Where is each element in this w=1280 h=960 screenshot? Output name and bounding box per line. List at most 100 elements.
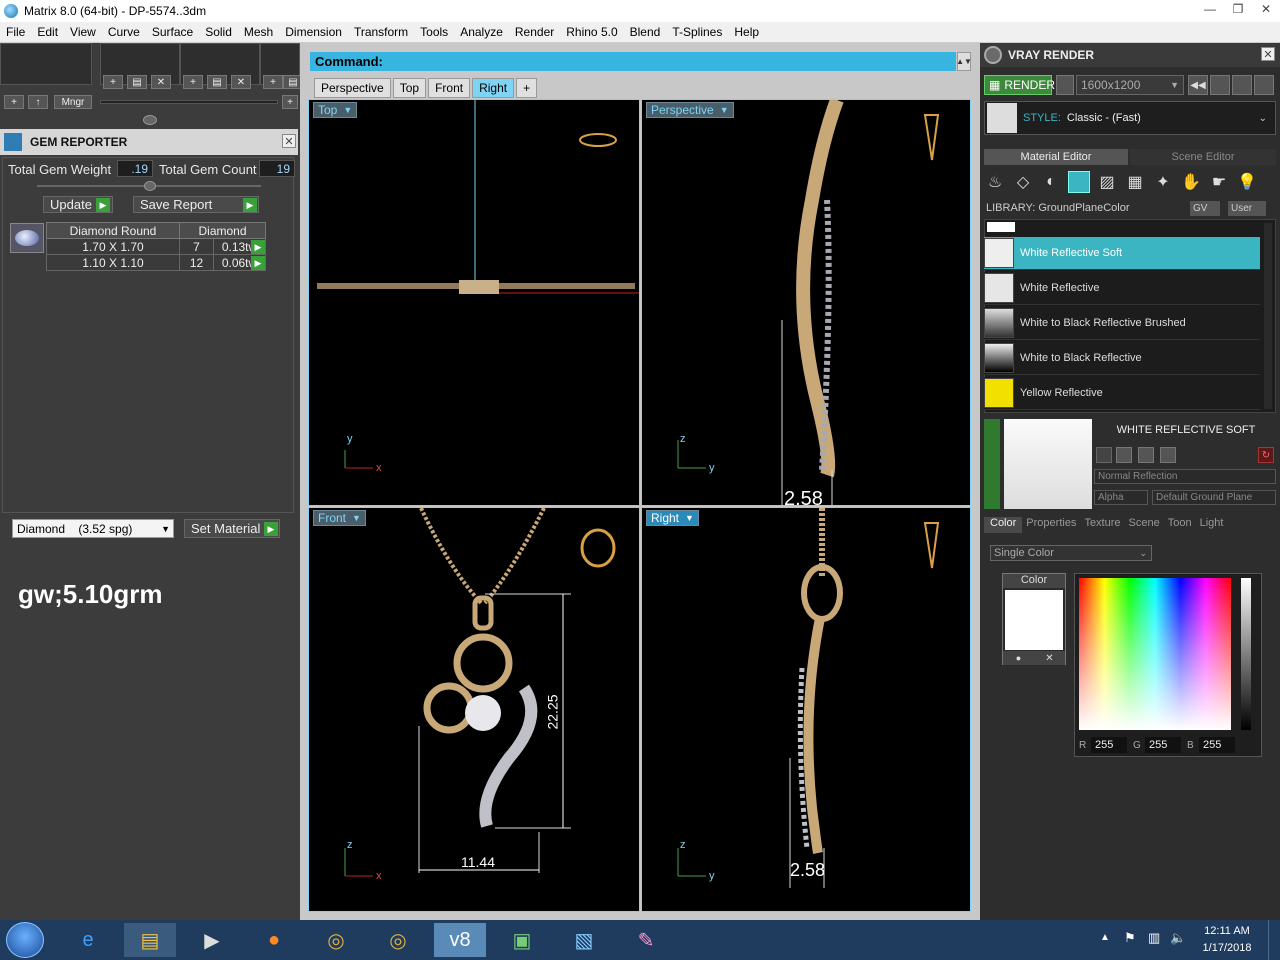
refresh-icon[interactable]: ↻ [1258, 447, 1274, 463]
plus-icon[interactable]: + [4, 95, 24, 109]
manager-button[interactable]: Mngr [54, 95, 92, 109]
material-item[interactable]: White Reflective Soft [984, 237, 1260, 270]
menu-transform[interactable]: Transform [348, 25, 414, 39]
volume-icon[interactable]: 🔈 [1170, 930, 1186, 946]
layout-icon[interactable] [1210, 75, 1230, 95]
tab-scene[interactable]: Scene [1125, 517, 1164, 533]
tab-light[interactable]: Light [1196, 517, 1228, 533]
menu-rhino[interactable]: Rhino 5.0 [560, 25, 623, 39]
hue-saturation-field[interactable] [1079, 578, 1231, 730]
style-select[interactable]: STYLE: Classic - (Fast) ⌄ [984, 101, 1276, 135]
gv-toggle[interactable]: GV [1190, 201, 1220, 216]
firefox-icon[interactable]: ● [248, 923, 300, 957]
tab-material-editor[interactable]: Material Editor [984, 149, 1128, 165]
menu-surface[interactable]: Surface [146, 25, 199, 39]
minimize-icon[interactable]: — [1196, 0, 1224, 18]
menu-tsplines[interactable]: T-Splines [666, 25, 728, 39]
viewport-right[interactable]: Right ▼ z y 2.58 [641, 507, 971, 912]
flame-icon[interactable]: ♨ [984, 171, 1006, 193]
import-icon[interactable] [1160, 447, 1176, 463]
user-toggle[interactable]: User [1228, 201, 1266, 216]
ring-app-icon[interactable]: ◎ [372, 923, 424, 957]
menu-help[interactable]: Help [728, 25, 765, 39]
gem-icon[interactable]: ◇ [1012, 171, 1034, 193]
menu-render[interactable]: Render [509, 25, 560, 39]
ring-app-icon[interactable]: ◎ [310, 923, 362, 957]
clear-icon[interactable]: ✕ [1034, 651, 1065, 665]
table-row[interactable]: 1.70 X 1.70 7 0.13tw [46, 238, 266, 255]
matrix-app-icon[interactable]: v8 [434, 923, 486, 957]
grid-icon[interactable]: ▦ [1124, 171, 1146, 193]
collapse-handle[interactable] [984, 419, 1000, 509]
viewport-perspective[interactable]: Perspective ▼ z y 2.58 [641, 99, 971, 510]
save-icon[interactable]: ▤ [207, 75, 227, 89]
monitor-app-icon[interactable]: ▣ [496, 923, 548, 957]
tab-texture[interactable]: Texture [1080, 517, 1124, 533]
play-icon[interactable]: ▶ [251, 240, 265, 254]
splitter-handle[interactable] [143, 115, 157, 125]
tab-right[interactable]: Right [472, 78, 515, 98]
add-icon[interactable]: + [263, 75, 283, 89]
tab-front[interactable]: Front [428, 78, 471, 98]
list-icon[interactable] [1232, 75, 1252, 95]
image-viewer-icon[interactable]: ▧ [558, 923, 610, 957]
hatch-icon[interactable]: ▨ [1096, 171, 1118, 193]
reflection-select[interactable]: Normal Reflection [1094, 469, 1276, 484]
render-button[interactable]: ▦ RENDER [984, 75, 1055, 95]
menu-curve[interactable]: Curve [102, 25, 146, 39]
hand-icon[interactable]: ✋ [1180, 171, 1202, 193]
sphere-icon[interactable]: ◐ [1040, 171, 1062, 193]
resolution-select[interactable]: 1600x1200 ▼ [1076, 75, 1184, 95]
tab-top[interactable]: Top [392, 78, 427, 98]
menu-analyze[interactable]: Analyze [454, 25, 509, 39]
save-icon[interactable] [1096, 447, 1112, 463]
tab-scene-editor[interactable]: Scene Editor [1130, 149, 1276, 165]
add-tab-icon[interactable]: + [516, 78, 538, 98]
r-field[interactable]: 255 [1091, 737, 1127, 753]
play-icon[interactable]: ▶ [96, 198, 110, 212]
brightness-slider[interactable] [1241, 578, 1251, 730]
b-field[interactable]: 255 [1199, 737, 1235, 753]
close-icon[interactable]: ✕ [1252, 0, 1280, 18]
material-list-scrollbar[interactable] [1264, 223, 1272, 409]
play-icon[interactable]: ▶ [251, 256, 265, 270]
show-desktop-button[interactable] [1268, 920, 1280, 960]
clock-date[interactable]: 1/17/2018 [1196, 942, 1258, 954]
show-hidden-icons[interactable]: ▲ [1100, 932, 1110, 943]
command-scroll[interactable]: ▲▼ [956, 52, 972, 71]
material-item[interactable]: White Reflective [984, 272, 1260, 305]
maximize-icon[interactable]: ❐ [1224, 0, 1252, 18]
lightbulb-icon[interactable]: 💡 [1236, 171, 1258, 193]
material-item[interactable]: White to Black Reflective Brushed [984, 307, 1260, 340]
alpha-field[interactable]: Alpha [1094, 490, 1148, 505]
save-icon[interactable]: ▤ [127, 75, 147, 89]
add-icon[interactable]: + [103, 75, 123, 89]
command-bar[interactable]: Command: [310, 52, 956, 71]
tab-properties[interactable]: Properties [1022, 517, 1080, 533]
render-settings-icon[interactable] [1056, 75, 1074, 95]
slider-track[interactable] [100, 100, 278, 104]
material-item[interactable]: Yellow Reflective [984, 377, 1260, 410]
menu-file[interactable]: File [0, 25, 31, 39]
flag-icon[interactable]: ⚑ [1124, 930, 1136, 946]
up-arrow-icon[interactable]: ↑ [28, 95, 48, 109]
ground-plane-field[interactable]: Default Ground Plane [1152, 490, 1276, 505]
material-item[interactable]: White to Black Reflective [984, 342, 1260, 375]
pattern-icon[interactable]: ✦ [1152, 171, 1174, 193]
g-field[interactable]: 255 [1145, 737, 1181, 753]
delete-icon[interactable]: ✕ [231, 75, 251, 89]
play-icon[interactable]: ▶ [264, 522, 278, 536]
media-player-icon[interactable]: ▶ [186, 923, 238, 957]
tab-toon[interactable]: Toon [1164, 517, 1196, 533]
delete-icon[interactable]: ✕ [151, 75, 171, 89]
tab-perspective[interactable]: Perspective [314, 78, 391, 98]
viewport-top[interactable]: Top ▼ y x [308, 99, 640, 506]
close-icon[interactable]: ✕ [282, 134, 296, 148]
clock-time[interactable]: 12:11 AM [1196, 925, 1258, 937]
menu-edit[interactable]: Edit [31, 25, 64, 39]
plus-icon[interactable]: + [282, 95, 298, 109]
material-select[interactable]: Diamond (3.52 spg) ▼ [12, 519, 174, 538]
internet-explorer-icon[interactable]: e [62, 923, 114, 957]
grid-icon[interactable] [1254, 75, 1274, 95]
menu-dimension[interactable]: Dimension [279, 25, 348, 39]
